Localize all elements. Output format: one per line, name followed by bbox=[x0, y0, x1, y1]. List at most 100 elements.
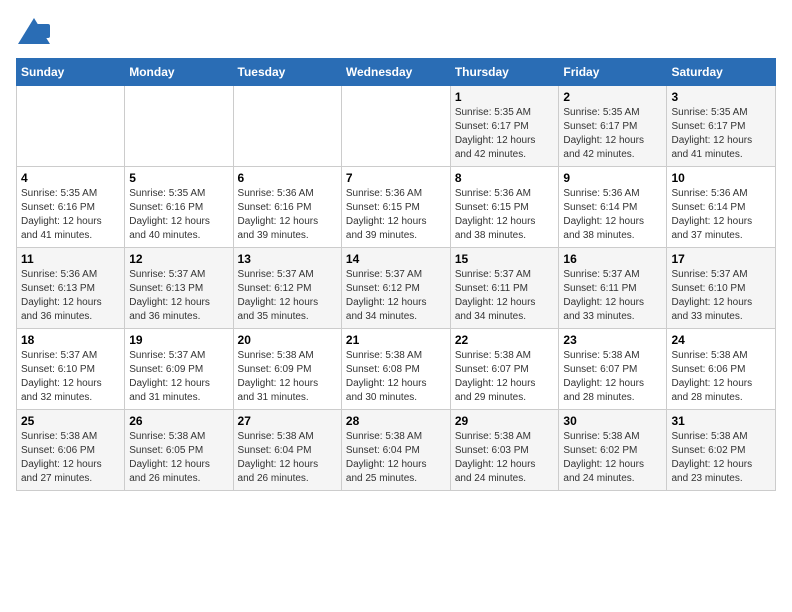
calendar-cell: 17 Sunrise: 5:37 AM Sunset: 6:10 PM Dayli… bbox=[667, 248, 776, 329]
day-number: 24 bbox=[671, 333, 771, 347]
day-info: Sunrise: 5:35 AM Sunset: 6:17 PM Dayligh… bbox=[563, 106, 662, 162]
calendar-week-row: 1 Sunrise: 5:35 AM Sunset: 6:17 PM Daylig… bbox=[17, 86, 776, 167]
day-number: 26 bbox=[129, 414, 228, 428]
day-info: Sunrise: 5:37 AM Sunset: 6:10 PM Dayligh… bbox=[671, 268, 771, 324]
day-info: Sunrise: 5:38 AM Sunset: 6:04 PM Dayligh… bbox=[346, 430, 446, 486]
calendar-cell bbox=[233, 86, 341, 167]
calendar-cell: 22 Sunrise: 5:38 AM Sunset: 6:07 PM Dayli… bbox=[450, 329, 559, 410]
day-of-week-header: Wednesday bbox=[341, 59, 450, 86]
day-number: 15 bbox=[455, 252, 555, 266]
day-number: 1 bbox=[455, 90, 555, 104]
calendar-cell: 31 Sunrise: 5:38 AM Sunset: 6:02 PM Dayli… bbox=[667, 410, 776, 491]
day-number: 16 bbox=[563, 252, 662, 266]
day-info: Sunrise: 5:36 AM Sunset: 6:14 PM Dayligh… bbox=[563, 187, 662, 243]
calendar-week-row: 11 Sunrise: 5:36 AM Sunset: 6:13 PM Dayli… bbox=[17, 248, 776, 329]
calendar-cell: 23 Sunrise: 5:38 AM Sunset: 6:07 PM Dayli… bbox=[559, 329, 667, 410]
day-of-week-header: Saturday bbox=[667, 59, 776, 86]
day-info: Sunrise: 5:38 AM Sunset: 6:05 PM Dayligh… bbox=[129, 430, 228, 486]
calendar-cell: 29 Sunrise: 5:38 AM Sunset: 6:03 PM Dayli… bbox=[450, 410, 559, 491]
day-number: 22 bbox=[455, 333, 555, 347]
day-number: 12 bbox=[129, 252, 228, 266]
day-number: 21 bbox=[346, 333, 446, 347]
day-info: Sunrise: 5:38 AM Sunset: 6:08 PM Dayligh… bbox=[346, 349, 446, 405]
day-info: Sunrise: 5:38 AM Sunset: 6:07 PM Dayligh… bbox=[455, 349, 555, 405]
day-number: 7 bbox=[346, 171, 446, 185]
day-number: 6 bbox=[238, 171, 337, 185]
logo-icon bbox=[16, 16, 52, 46]
calendar-week-row: 4 Sunrise: 5:35 AM Sunset: 6:16 PM Daylig… bbox=[17, 167, 776, 248]
day-number: 3 bbox=[671, 90, 771, 104]
day-number: 8 bbox=[455, 171, 555, 185]
day-number: 4 bbox=[21, 171, 120, 185]
day-info: Sunrise: 5:37 AM Sunset: 6:11 PM Dayligh… bbox=[455, 268, 555, 324]
day-number: 17 bbox=[671, 252, 771, 266]
calendar-cell: 10 Sunrise: 5:36 AM Sunset: 6:14 PM Dayli… bbox=[667, 167, 776, 248]
day-number: 30 bbox=[563, 414, 662, 428]
calendar-table: SundayMondayTuesdayWednesdayThursdayFrid… bbox=[16, 58, 776, 491]
day-info: Sunrise: 5:36 AM Sunset: 6:13 PM Dayligh… bbox=[21, 268, 120, 324]
day-info: Sunrise: 5:37 AM Sunset: 6:12 PM Dayligh… bbox=[238, 268, 337, 324]
day-info: Sunrise: 5:38 AM Sunset: 6:06 PM Dayligh… bbox=[21, 430, 120, 486]
day-of-week-header: Sunday bbox=[17, 59, 125, 86]
calendar-cell: 6 Sunrise: 5:36 AM Sunset: 6:16 PM Daylig… bbox=[233, 167, 341, 248]
day-number: 2 bbox=[563, 90, 662, 104]
day-info: Sunrise: 5:36 AM Sunset: 6:15 PM Dayligh… bbox=[346, 187, 446, 243]
calendar-cell: 26 Sunrise: 5:38 AM Sunset: 6:05 PM Dayli… bbox=[125, 410, 233, 491]
day-number: 19 bbox=[129, 333, 228, 347]
calendar-cell: 16 Sunrise: 5:37 AM Sunset: 6:11 PM Dayli… bbox=[559, 248, 667, 329]
day-number: 31 bbox=[671, 414, 771, 428]
calendar-cell: 12Sunrise: 5:37 AM Sunset: 6:13 PM Dayli… bbox=[125, 248, 233, 329]
day-info: Sunrise: 5:36 AM Sunset: 6:16 PM Dayligh… bbox=[238, 187, 337, 243]
calendar-cell: 28 Sunrise: 5:38 AM Sunset: 6:04 PM Dayli… bbox=[341, 410, 450, 491]
day-info: Sunrise: 5:38 AM Sunset: 6:04 PM Dayligh… bbox=[238, 430, 337, 486]
calendar-cell: 13 Sunrise: 5:37 AM Sunset: 6:12 PM Dayli… bbox=[233, 248, 341, 329]
calendar-cell: 24 Sunrise: 5:38 AM Sunset: 6:06 PM Dayli… bbox=[667, 329, 776, 410]
calendar-cell bbox=[341, 86, 450, 167]
calendar-cell: 19 Sunrise: 5:37 AM Sunset: 6:09 PM Dayli… bbox=[125, 329, 233, 410]
day-number: 5 bbox=[129, 171, 228, 185]
calendar-cell: 3 Sunrise: 5:35 AM Sunset: 6:17 PM Daylig… bbox=[667, 86, 776, 167]
calendar-cell bbox=[125, 86, 233, 167]
day-info: Sunrise: 5:37 AM Sunset: 6:12 PM Dayligh… bbox=[346, 268, 446, 324]
day-info: Sunrise: 5:35 AM Sunset: 6:16 PM Dayligh… bbox=[21, 187, 120, 243]
day-number: 28 bbox=[346, 414, 446, 428]
day-of-week-header: Thursday bbox=[450, 59, 559, 86]
calendar-week-row: 18Sunrise: 5:37 AM Sunset: 6:10 PM Dayli… bbox=[17, 329, 776, 410]
calendar-cell: 25 Sunrise: 5:38 AM Sunset: 6:06 PM Dayli… bbox=[17, 410, 125, 491]
day-info: Sunrise: 5:38 AM Sunset: 6:03 PM Dayligh… bbox=[455, 430, 555, 486]
calendar-cell: 15 Sunrise: 5:37 AM Sunset: 6:11 PM Dayli… bbox=[450, 248, 559, 329]
page-header bbox=[16, 16, 776, 46]
day-info: Sunrise: 5:35 AM Sunset: 6:17 PM Dayligh… bbox=[455, 106, 555, 162]
calendar-cell: 8Sunrise: 5:36 AM Sunset: 6:15 PM Daylig… bbox=[450, 167, 559, 248]
day-info: Sunrise: 5:35 AM Sunset: 6:17 PM Dayligh… bbox=[671, 106, 771, 162]
day-number: 14 bbox=[346, 252, 446, 266]
day-info: Sunrise: 5:36 AM Sunset: 6:14 PM Dayligh… bbox=[671, 187, 771, 243]
calendar-cell: 1 Sunrise: 5:35 AM Sunset: 6:17 PM Daylig… bbox=[450, 86, 559, 167]
calendar-cell bbox=[17, 86, 125, 167]
day-info: Sunrise: 5:37 AM Sunset: 6:09 PM Dayligh… bbox=[129, 349, 228, 405]
day-number: 11 bbox=[21, 252, 120, 266]
day-number: 25 bbox=[21, 414, 120, 428]
day-of-week-header: Friday bbox=[559, 59, 667, 86]
calendar-cell: 5Sunrise: 5:35 AM Sunset: 6:16 PM Daylig… bbox=[125, 167, 233, 248]
day-info: Sunrise: 5:38 AM Sunset: 6:02 PM Dayligh… bbox=[671, 430, 771, 486]
calendar-cell: 7 Sunrise: 5:36 AM Sunset: 6:15 PM Daylig… bbox=[341, 167, 450, 248]
day-number: 10 bbox=[671, 171, 771, 185]
calendar-cell: 14 Sunrise: 5:37 AM Sunset: 6:12 PM Dayli… bbox=[341, 248, 450, 329]
calendar-cell: 4 Sunrise: 5:35 AM Sunset: 6:16 PM Daylig… bbox=[17, 167, 125, 248]
day-number: 27 bbox=[238, 414, 337, 428]
day-number: 23 bbox=[563, 333, 662, 347]
day-of-week-header: Tuesday bbox=[233, 59, 341, 86]
day-info: Sunrise: 5:38 AM Sunset: 6:09 PM Dayligh… bbox=[238, 349, 337, 405]
day-info: Sunrise: 5:37 AM Sunset: 6:10 PM Dayligh… bbox=[21, 349, 120, 405]
calendar-cell: 9Sunrise: 5:36 AM Sunset: 6:14 PM Daylig… bbox=[559, 167, 667, 248]
day-info: Sunrise: 5:37 AM Sunset: 6:11 PM Dayligh… bbox=[563, 268, 662, 324]
day-number: 13 bbox=[238, 252, 337, 266]
logo bbox=[16, 16, 56, 46]
day-info: Sunrise: 5:38 AM Sunset: 6:07 PM Dayligh… bbox=[563, 349, 662, 405]
calendar-cell: 2 Sunrise: 5:35 AM Sunset: 6:17 PM Daylig… bbox=[559, 86, 667, 167]
calendar-week-row: 25 Sunrise: 5:38 AM Sunset: 6:06 PM Dayli… bbox=[17, 410, 776, 491]
calendar-cell: 18Sunrise: 5:37 AM Sunset: 6:10 PM Dayli… bbox=[17, 329, 125, 410]
day-info: Sunrise: 5:38 AM Sunset: 6:06 PM Dayligh… bbox=[671, 349, 771, 405]
day-number: 29 bbox=[455, 414, 555, 428]
